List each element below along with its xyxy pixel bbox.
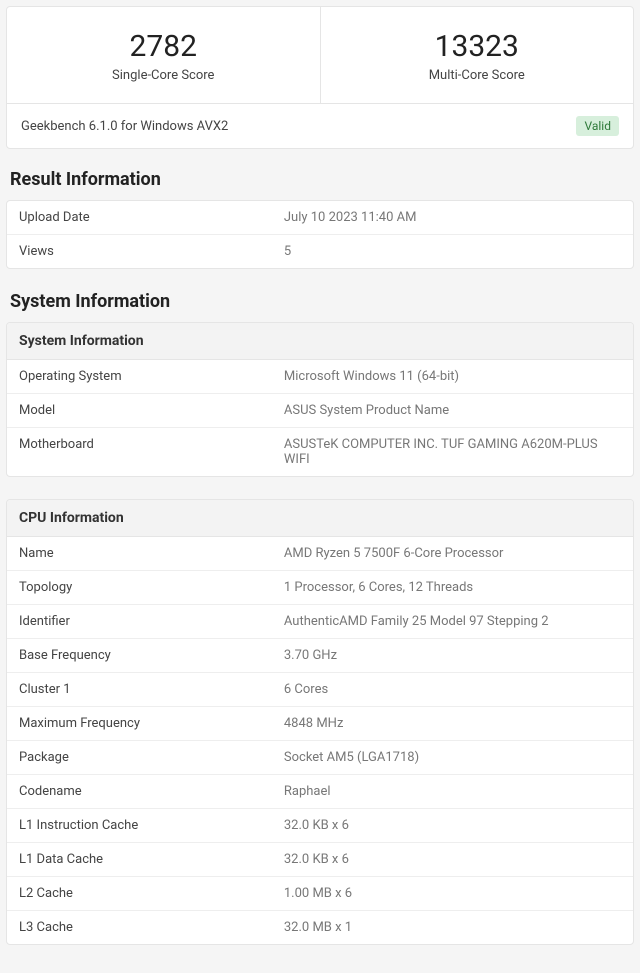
row-value: 6 Cores bbox=[284, 682, 621, 697]
table-row: Cluster 1 6 Cores bbox=[7, 673, 633, 707]
row-label: Operating System bbox=[19, 369, 284, 384]
table-row: Topology 1 Processor, 6 Cores, 12 Thread… bbox=[7, 571, 633, 605]
row-value: Socket AM5 (LGA1718) bbox=[284, 750, 621, 765]
row-label: Package bbox=[19, 750, 284, 765]
single-core-cell: 2782 Single-Core Score bbox=[7, 7, 321, 103]
page: 2782 Single-Core Score 13323 Multi-Core … bbox=[0, 0, 640, 973]
table-row: Maximum Frequency 4848 MHz bbox=[7, 707, 633, 741]
row-value: Microsoft Windows 11 (64-bit) bbox=[284, 369, 621, 384]
cpu-info-card: CPU Information Name AMD Ryzen 5 7500F 6… bbox=[6, 499, 634, 945]
scores-row: 2782 Single-Core Score 13323 Multi-Core … bbox=[7, 7, 633, 103]
row-label: L1 Data Cache bbox=[19, 852, 284, 867]
table-row: L1 Instruction Cache 32.0 KB x 6 bbox=[7, 809, 633, 843]
row-value: Raphael bbox=[284, 784, 621, 799]
single-core-label: Single-Core Score bbox=[17, 68, 310, 83]
row-value: AuthenticAMD Family 25 Model 97 Stepping… bbox=[284, 614, 621, 629]
multi-core-score: 13323 bbox=[331, 29, 624, 64]
table-row: Operating System Microsoft Windows 11 (6… bbox=[7, 360, 633, 394]
table-row: Identifier AuthenticAMD Family 25 Model … bbox=[7, 605, 633, 639]
row-label: L3 Cache bbox=[19, 920, 284, 935]
row-value: 32.0 KB x 6 bbox=[284, 852, 621, 867]
section-title-result: Result Information bbox=[10, 169, 634, 190]
row-value: 32.0 KB x 6 bbox=[284, 818, 621, 833]
row-value: 5 bbox=[284, 244, 621, 259]
cpu-sub-header: CPU Information bbox=[7, 500, 633, 537]
version-text: Geekbench 6.1.0 for Windows AVX2 bbox=[21, 119, 228, 134]
section-title-system: System Information bbox=[10, 291, 634, 312]
table-row: Package Socket AM5 (LGA1718) bbox=[7, 741, 633, 775]
system-info-card: System Information Operating System Micr… bbox=[6, 322, 634, 477]
row-value: July 10 2023 11:40 AM bbox=[284, 210, 621, 225]
row-label: L1 Instruction Cache bbox=[19, 818, 284, 833]
result-info-card: Upload Date July 10 2023 11:40 AM Views … bbox=[6, 200, 634, 269]
table-row: L1 Data Cache 32.0 KB x 6 bbox=[7, 843, 633, 877]
table-row: Base Frequency 3.70 GHz bbox=[7, 639, 633, 673]
row-label: Motherboard bbox=[19, 437, 284, 467]
row-value: 32.0 MB x 1 bbox=[284, 920, 621, 935]
table-row: Model ASUS System Product Name bbox=[7, 394, 633, 428]
scores-card: 2782 Single-Core Score 13323 Multi-Core … bbox=[6, 6, 634, 149]
row-value: 3.70 GHz bbox=[284, 648, 621, 663]
row-value: 1 Processor, 6 Cores, 12 Threads bbox=[284, 580, 621, 595]
single-core-score: 2782 bbox=[17, 29, 310, 64]
multi-core-cell: 13323 Multi-Core Score bbox=[321, 7, 634, 103]
row-label: Maximum Frequency bbox=[19, 716, 284, 731]
row-label: Topology bbox=[19, 580, 284, 595]
row-label: Views bbox=[19, 244, 284, 259]
row-value: ASUS System Product Name bbox=[284, 403, 621, 418]
row-value: 4848 MHz bbox=[284, 716, 621, 731]
row-label: L2 Cache bbox=[19, 886, 284, 901]
row-value: AMD Ryzen 5 7500F 6-Core Processor bbox=[284, 546, 621, 561]
row-label: Model bbox=[19, 403, 284, 418]
row-label: Base Frequency bbox=[19, 648, 284, 663]
row-label: Codename bbox=[19, 784, 284, 799]
multi-core-label: Multi-Core Score bbox=[331, 68, 624, 83]
row-label: Identifier bbox=[19, 614, 284, 629]
table-row: Codename Raphael bbox=[7, 775, 633, 809]
table-row: Motherboard ASUSTeK COMPUTER INC. TUF GA… bbox=[7, 428, 633, 476]
table-row: Views 5 bbox=[7, 235, 633, 268]
table-row: L2 Cache 1.00 MB x 6 bbox=[7, 877, 633, 911]
row-label: Cluster 1 bbox=[19, 682, 284, 697]
table-row: Name AMD Ryzen 5 7500F 6-Core Processor bbox=[7, 537, 633, 571]
row-label: Name bbox=[19, 546, 284, 561]
valid-badge: Valid bbox=[576, 116, 619, 136]
row-label: Upload Date bbox=[19, 210, 284, 225]
table-row: L3 Cache 32.0 MB x 1 bbox=[7, 911, 633, 944]
row-value: ASUSTeK COMPUTER INC. TUF GAMING A620M-P… bbox=[284, 437, 621, 467]
table-row: Upload Date July 10 2023 11:40 AM bbox=[7, 201, 633, 235]
system-sub-header: System Information bbox=[7, 323, 633, 360]
row-value: 1.00 MB x 6 bbox=[284, 886, 621, 901]
version-row: Geekbench 6.1.0 for Windows AVX2 Valid bbox=[7, 103, 633, 148]
